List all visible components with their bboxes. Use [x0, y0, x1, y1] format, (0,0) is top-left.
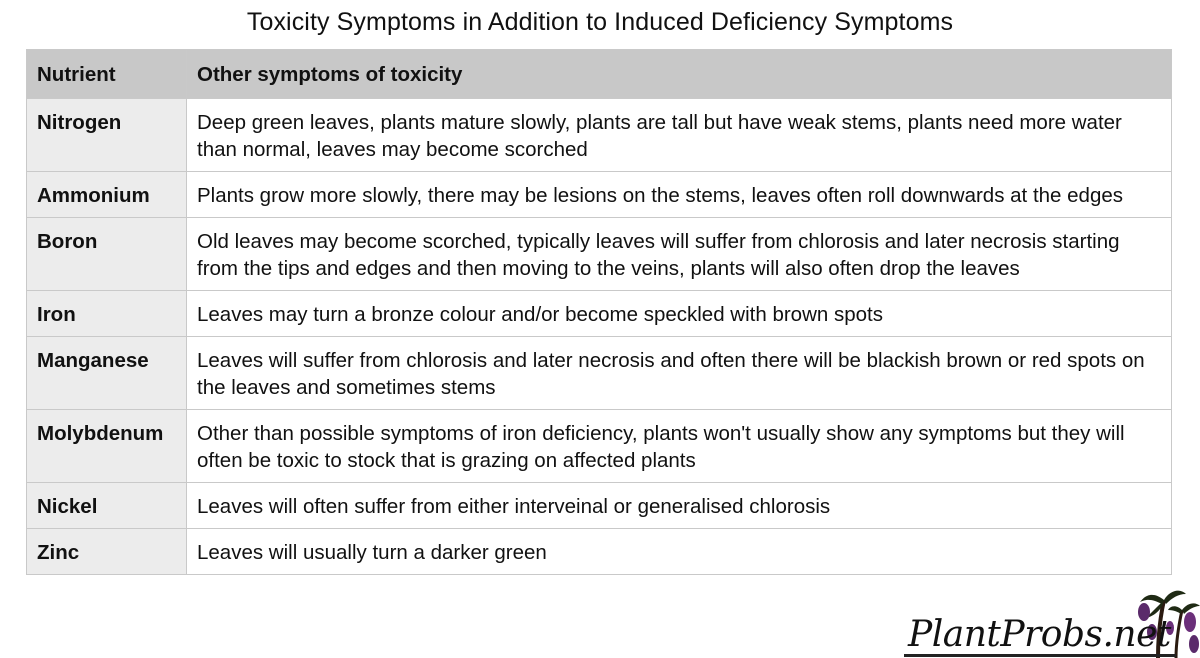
header-symptoms: Other symptoms of toxicity — [186, 49, 1172, 99]
nutrient-cell: Boron — [26, 217, 187, 291]
symptoms-cell: Plants grow more slowly, there may be le… — [186, 171, 1172, 218]
symptoms-cell: Leaves will suffer from chlorosis and la… — [186, 336, 1172, 410]
table-row: Boron Old leaves may become scorched, ty… — [26, 217, 1172, 291]
toxicity-table: Nutrient Other symptoms of toxicity Nitr… — [26, 49, 1172, 575]
table-row: Nickel Leaves will often suffer from eit… — [26, 482, 1172, 529]
nutrient-cell: Ammonium — [26, 171, 187, 218]
nutrient-cell: Zinc — [26, 528, 187, 575]
table-row: Ammonium Plants grow more slowly, there … — [26, 171, 1172, 218]
symptoms-cell: Leaves may turn a bronze colour and/or b… — [186, 290, 1172, 337]
logo-text: PlantProbs.net — [908, 614, 1171, 655]
symptoms-cell: Deep green leaves, plants mature slowly,… — [186, 98, 1172, 172]
logo-underline — [904, 654, 1176, 657]
nutrient-cell: Manganese — [26, 336, 187, 410]
table-row: Zinc Leaves will usually turn a darker g… — [26, 528, 1172, 575]
table-row: Nitrogen Deep green leaves, plants matur… — [26, 98, 1172, 172]
table-header-row: Nutrient Other symptoms of toxicity — [26, 49, 1172, 99]
nutrient-cell: Iron — [26, 290, 187, 337]
symptoms-cell: Leaves will often suffer from either int… — [186, 482, 1172, 529]
site-logo: PlantProbs.net — [900, 588, 1200, 658]
table-row: Iron Leaves may turn a bronze colour and… — [26, 290, 1172, 337]
header-nutrient: Nutrient — [26, 49, 187, 99]
symptoms-cell: Leaves will usually turn a darker green — [186, 528, 1172, 575]
table-row: Molybdenum Other than possible symptoms … — [26, 409, 1172, 483]
nutrient-cell: Molybdenum — [26, 409, 187, 483]
nutrient-cell: Nitrogen — [26, 98, 187, 172]
nutrient-cell: Nickel — [26, 482, 187, 529]
page-title: Toxicity Symptoms in Addition to Induced… — [246, 8, 954, 36]
symptoms-cell: Other than possible symptoms of iron def… — [186, 409, 1172, 483]
table-row: Manganese Leaves will suffer from chloro… — [26, 336, 1172, 410]
symptoms-cell: Old leaves may become scorched, typicall… — [186, 217, 1172, 291]
